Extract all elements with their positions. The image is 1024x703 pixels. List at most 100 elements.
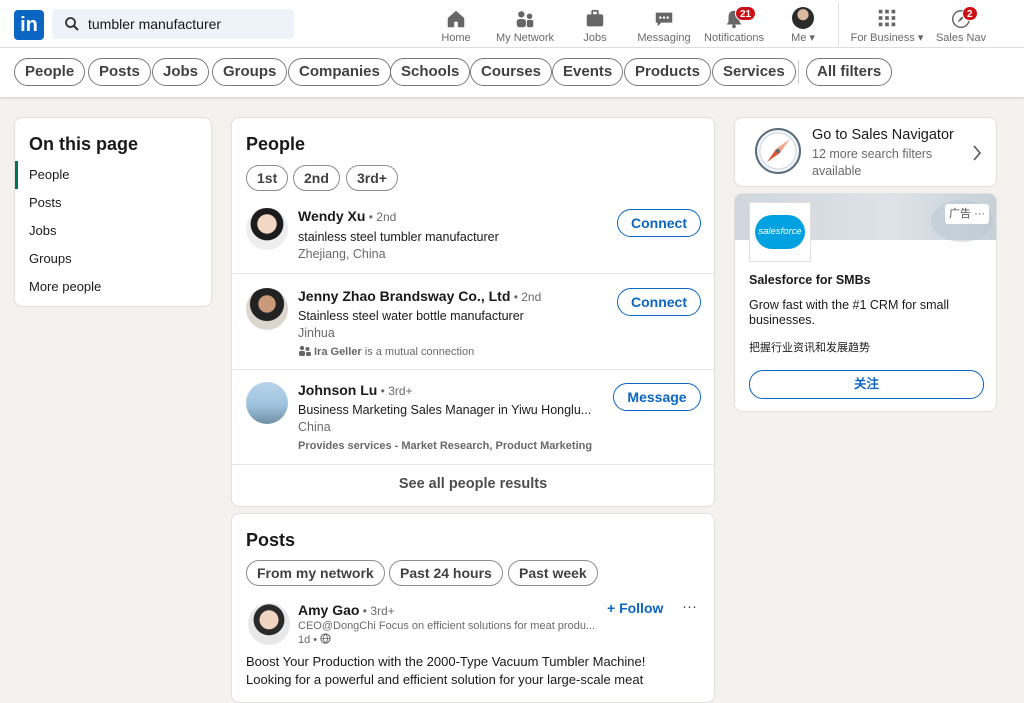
filter-products[interactable]: Products xyxy=(624,58,712,86)
filter-services[interactable]: Services xyxy=(712,58,796,86)
avatar[interactable] xyxy=(248,603,290,645)
connect-button[interactable]: Connect xyxy=(617,209,701,237)
nav-for-business[interactable]: For Business ▾ xyxy=(850,6,924,44)
home-icon xyxy=(447,10,465,28)
mutual-connections-icon xyxy=(299,345,311,356)
person-name[interactable]: Jenny Zhao Brandsway Co., Ltd • 2nd xyxy=(298,288,541,304)
nav-sales-nav-label: Sales Nav xyxy=(935,32,987,44)
person-headline: Business Marketing Sales Manager in Yiwu… xyxy=(298,403,592,417)
people-title: People xyxy=(246,134,306,154)
sales-nav-title: Go to Sales Navigator xyxy=(812,127,954,143)
grid-icon xyxy=(878,9,896,27)
compass-icon xyxy=(755,128,801,174)
top-nav: in tumbler manufacturer Home My Network … xyxy=(0,0,1024,48)
briefcase-icon xyxy=(586,9,604,27)
person-name[interactable]: Johnson Lu • 3rd+ xyxy=(298,382,413,398)
avatar[interactable] xyxy=(246,382,288,424)
connect-button[interactable]: Connect xyxy=(617,288,701,316)
ad-follow-button[interactable]: 关注 xyxy=(749,370,984,399)
post-more-icon[interactable]: ··· xyxy=(682,598,697,615)
nav-jobs[interactable]: Jobs xyxy=(580,6,610,44)
follow-button[interactable]: + Follow xyxy=(607,600,663,616)
user-avatar xyxy=(792,7,814,29)
salesforce-logo[interactable]: salesforce xyxy=(749,202,811,262)
salesforce-logo-cloud: salesforce xyxy=(755,215,805,249)
people-card: People 1st 2nd 3rd+ Wendy Xu • 2nd stain… xyxy=(231,117,715,507)
ad-tag[interactable]: 广告 ··· xyxy=(945,204,990,224)
list-item: Johnson Lu • 3rd+ Business Marketing Sal… xyxy=(232,370,714,464)
filter-people[interactable]: People xyxy=(14,58,86,86)
person-location: China xyxy=(298,420,331,434)
degree-1st[interactable]: 1st xyxy=(246,165,289,191)
jump-groups[interactable]: Groups xyxy=(29,251,72,266)
on-this-page-title: On this page xyxy=(29,134,139,154)
person-location: Jinhua xyxy=(298,326,335,340)
see-all-people-link[interactable]: See all people results xyxy=(232,476,714,492)
nav-messaging-label: Messaging xyxy=(637,32,691,44)
sales-nav-subtitle: 12 more search filters xyxy=(812,147,933,161)
sales-nav-subtitle-2: available xyxy=(812,164,862,178)
active-indicator xyxy=(15,161,18,189)
message-button[interactable]: Message xyxy=(613,383,701,411)
sales-navigator-card[interactable]: Go to Sales Navigator 12 more search fil… xyxy=(734,117,997,187)
sales-nav-badge: 2 xyxy=(962,6,978,21)
filter-groups[interactable]: Groups xyxy=(212,58,288,86)
post-text-line1: Boost Your Production with the 2000-Type… xyxy=(246,654,646,669)
filter-jobs[interactable]: Jobs xyxy=(152,58,210,86)
nav-me[interactable]: Me ▾ xyxy=(786,6,820,44)
degree-2nd[interactable]: 2nd xyxy=(293,165,340,191)
filter-all-filters[interactable]: All filters xyxy=(806,58,893,86)
list-item: Wendy Xu • 2nd stainless steel tumbler m… xyxy=(232,202,714,274)
degree-3rd-plus[interactable]: 3rd+ xyxy=(346,165,398,191)
avatar[interactable] xyxy=(246,208,288,250)
ad-more-icon[interactable]: ··· xyxy=(974,208,985,220)
nav-me-label: Me ▾ xyxy=(791,32,815,44)
filter-events[interactable]: Events xyxy=(552,58,624,86)
person-headline: Stainless steel water bottle manufacture… xyxy=(298,309,524,323)
row-divider xyxy=(232,464,714,465)
on-this-page-card: On this page People Posts Jobs Groups Mo… xyxy=(14,117,212,307)
filter-courses[interactable]: Courses xyxy=(470,58,553,86)
nav-messaging[interactable]: Messaging xyxy=(636,6,692,44)
nav-home[interactable]: Home xyxy=(440,6,472,44)
filter-from-my-network[interactable]: From my network xyxy=(246,560,385,586)
posts-title: Posts xyxy=(246,530,296,550)
nav-notifications[interactable]: 21 Notifications xyxy=(702,6,766,44)
linkedin-logo[interactable]: in xyxy=(14,10,44,40)
post-author-name[interactable]: Amy Gao • 3rd+ xyxy=(298,602,395,618)
filter-companies[interactable]: Companies xyxy=(288,58,391,86)
ad-card: salesforce 广告 ··· Salesforce for SMBs Gr… xyxy=(734,193,997,412)
filter-schools[interactable]: Schools xyxy=(390,58,471,86)
globe-icon xyxy=(320,633,331,644)
person-services: Provides services - Market Research, Pro… xyxy=(298,440,593,452)
nav-jobs-label: Jobs xyxy=(583,32,607,44)
jump-people[interactable]: People xyxy=(29,167,69,182)
filter-posts[interactable]: Posts xyxy=(88,58,151,86)
network-icon xyxy=(516,11,534,28)
filter-separator xyxy=(798,60,799,84)
notifications-badge: 21 xyxy=(735,6,757,21)
ad-body: Grow fast with the #1 CRM for small busi… xyxy=(749,298,950,327)
search-input[interactable]: tumbler manufacturer xyxy=(52,9,294,39)
post-author-headline: CEO@DongChi Focus on efficient solutions… xyxy=(298,620,596,632)
avatar[interactable] xyxy=(246,288,288,330)
nav-divider xyxy=(838,2,839,46)
posts-card: Posts From my network Past 24 hours Past… xyxy=(231,513,715,703)
jump-more-people[interactable]: More people xyxy=(29,279,101,294)
filter-past-week[interactable]: Past week xyxy=(508,560,598,586)
jump-posts[interactable]: Posts xyxy=(29,195,62,210)
person-location: Zhejiang, China xyxy=(298,247,386,261)
search-value: tumbler manufacturer xyxy=(88,16,222,32)
nav-sales-nav[interactable]: 2 Sales Nav xyxy=(936,6,986,44)
filter-bar: People Posts Jobs Groups Companies Schoo… xyxy=(0,48,1024,98)
person-name[interactable]: Wendy Xu • 2nd xyxy=(298,208,396,224)
ad-title[interactable]: Salesforce for SMBs xyxy=(749,273,871,287)
nav-my-network[interactable]: My Network xyxy=(494,6,556,44)
person-headline: stainless steel tumbler manufacturer xyxy=(298,230,499,244)
filter-past-24-hours[interactable]: Past 24 hours xyxy=(389,560,503,586)
nav-for-business-label: For Business ▾ xyxy=(850,32,924,44)
jump-jobs[interactable]: Jobs xyxy=(29,223,56,238)
chevron-right-icon xyxy=(973,145,982,161)
nav-notifications-label: Notifications xyxy=(704,32,764,44)
nav-my-network-label: My Network xyxy=(495,32,555,44)
